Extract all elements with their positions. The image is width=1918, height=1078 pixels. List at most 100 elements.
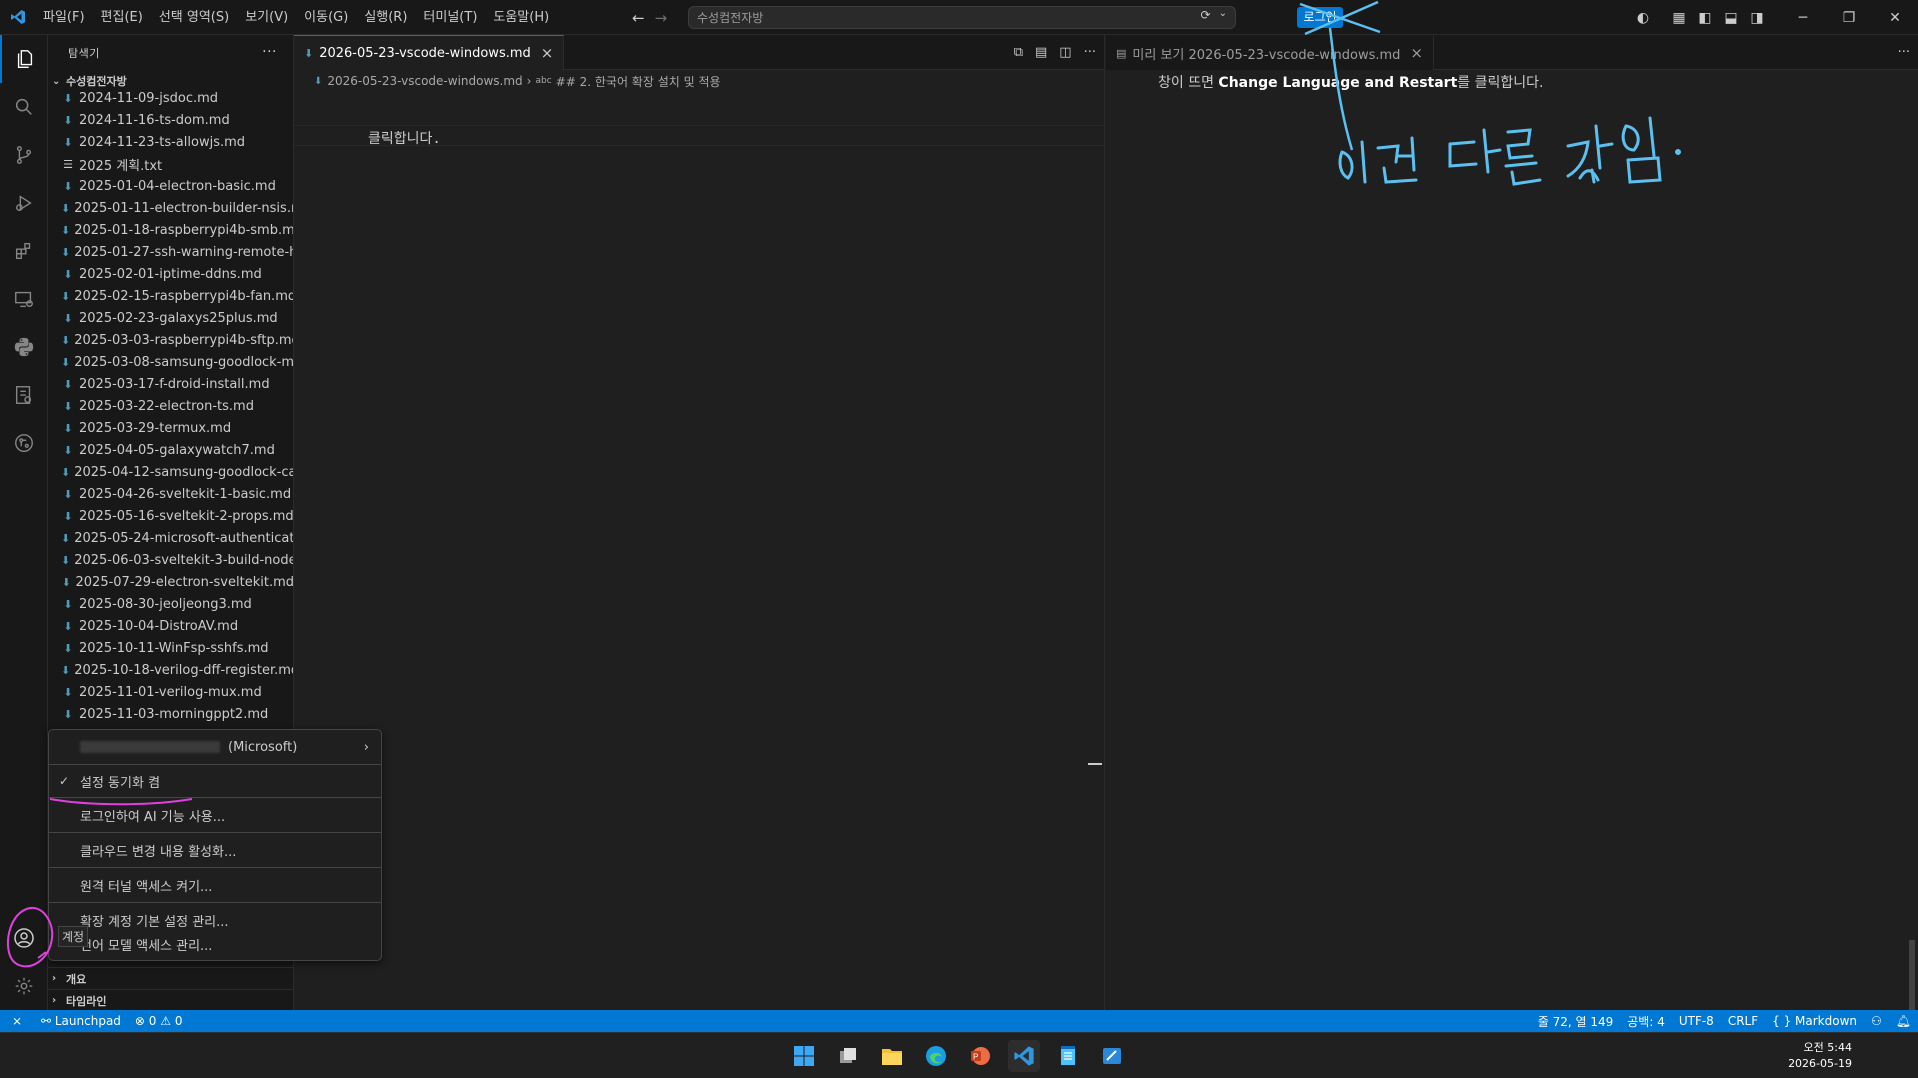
file-item[interactable]: ⬇ 2025-03-17-f-droid-install.md: [48, 373, 293, 395]
accounts-status-icon[interactable]: ◐: [1630, 10, 1656, 26]
breadcrumb-section[interactable]: ## 2. 한국어 확장 설치 및 적용: [556, 73, 721, 90]
breadcrumb-file[interactable]: 2026-05-23-vscode-windows.md: [327, 74, 522, 88]
menu-item-language-model-access[interactable]: 언어 모델 액세스 관리...: [49, 931, 381, 957]
chevron-down-icon[interactable]: ⌄: [1219, 8, 1227, 22]
file-item[interactable]: ☰ 2025 계획.txt: [48, 153, 293, 175]
timeline-section[interactable]: › 타임라인: [48, 989, 293, 1010]
file-item[interactable]: ⬇ 2025-03-03-raspberrypi4b-sftp.md: [48, 329, 293, 351]
language-mode[interactable]: { } Markdown: [1765, 1014, 1864, 1028]
file-item[interactable]: ⬇ 2025-10-11-WinFsp-sshfs.md: [48, 637, 293, 659]
menu-item[interactable]: 보기(V): [237, 0, 296, 35]
back-arrow-icon[interactable]: ←: [632, 9, 645, 27]
remote-indicator-icon[interactable]: ⨯: [0, 1010, 34, 1032]
tab-markdown-file[interactable]: ⬇ 2026-05-23-vscode-windows.md ×: [294, 35, 565, 70]
menu-item-remote-tunnel[interactable]: 원격 터널 액세스 켜기...: [49, 872, 381, 898]
testing-icon[interactable]: [0, 371, 48, 419]
indentation[interactable]: 공백: 4: [1620, 1013, 1672, 1030]
file-item[interactable]: ⬇ 2025-11-01-verilog-mux.md: [48, 681, 293, 703]
minimize-icon[interactable]: ─: [1780, 10, 1826, 26]
file-item[interactable]: ⬇ 2024-11-23-ts-allowjs.md: [48, 131, 293, 153]
account-entry[interactable]: (Microsoft) ›: [49, 734, 381, 760]
menu-item-settings-sync[interactable]: ✓ 설정 동기화 켬: [49, 768, 381, 794]
problems-item[interactable]: ⊗ 0 ⚠ 0: [128, 1014, 190, 1028]
close-window-icon[interactable]: ✕: [1872, 10, 1918, 26]
encoding[interactable]: UTF-8: [1672, 1014, 1721, 1028]
file-explorer-icon[interactable]: [876, 1040, 908, 1072]
file-item[interactable]: ⬇ 2025-01-27-ssh-warning-remote-h...: [48, 241, 293, 263]
menu-item-cloud-changes[interactable]: 클라우드 변경 내용 활성화...: [49, 837, 381, 863]
menu-item[interactable]: 터미널(T): [415, 0, 485, 35]
file-item[interactable]: ⬇ 2025-04-26-sveltekit-1-basic.md: [48, 483, 293, 505]
preview-scrollbar[interactable]: [1906, 70, 1918, 1030]
source-control-icon[interactable]: [0, 131, 48, 179]
code-line[interactable]: 클릭합니다.: [368, 128, 441, 148]
menu-item-ai-signin[interactable]: 로그인하여 AI 기능 사용...: [49, 802, 381, 828]
command-center-search[interactable]: 수성컴전자방 ⟳ ⌄: [688, 6, 1236, 29]
menu-item[interactable]: 이동(G): [296, 0, 356, 35]
search-icon[interactable]: [0, 83, 48, 131]
manage-gear-icon[interactable]: [0, 962, 48, 1010]
launchpad-item[interactable]: ⚯ Launchpad: [34, 1014, 128, 1028]
file-item[interactable]: ⬇ 2025-02-23-galaxys25plus.md: [48, 307, 293, 329]
snipping-tool-icon[interactable]: [1096, 1040, 1128, 1072]
restore-icon[interactable]: ❐: [1826, 10, 1872, 26]
accounts-icon[interactable]: [0, 914, 48, 962]
menu-item[interactable]: 선택 영역(S): [151, 0, 237, 35]
outline-section[interactable]: › 개요: [48, 967, 293, 989]
file-item[interactable]: ⬇ 2025-05-16-sveltekit-2-props.md: [48, 505, 293, 527]
notepad-icon[interactable]: [1052, 1040, 1084, 1072]
menu-item[interactable]: 도움말(H): [485, 0, 557, 35]
file-item[interactable]: ⬇ 2025-03-29-termux.md: [48, 417, 293, 439]
file-item[interactable]: ⬇ 2025-01-18-raspberrypi4b-smb.md: [48, 219, 293, 241]
search-input[interactable]: 수성컴전자방: [697, 9, 763, 26]
file-item[interactable]: ⬇ 2025-01-11-electron-builder-nsis.md: [48, 197, 293, 219]
file-item[interactable]: ⬇ 2025-02-01-iptime-ddns.md: [48, 263, 293, 285]
extensions-icon[interactable]: [0, 227, 48, 275]
powerpoint-icon[interactable]: P: [964, 1040, 996, 1072]
file-item[interactable]: ⬇ 2025-03-08-samsung-goodlock-mu...: [48, 351, 293, 373]
preview-icon[interactable]: ▤: [1035, 45, 1047, 60]
more-actions-icon[interactable]: ···: [1898, 45, 1910, 60]
python-icon[interactable]: [0, 323, 48, 371]
more-actions-icon[interactable]: ···: [262, 44, 277, 60]
file-item[interactable]: ⬇ 2025-04-12-samsung-goodlock-ca...: [48, 461, 293, 483]
split-editor-icon[interactable]: ◫: [1059, 45, 1071, 60]
menu-item[interactable]: 편집(E): [93, 0, 151, 35]
cursor-position[interactable]: 줄 72, 열 149: [1531, 1013, 1621, 1030]
remote-explorer-icon[interactable]: [0, 275, 48, 323]
line-ending[interactable]: CRLF: [1721, 1014, 1765, 1028]
file-item[interactable]: ⬇ 2025-07-29-electron-sveltekit.md: [48, 571, 293, 593]
more-actions-icon[interactable]: ···: [1084, 45, 1096, 60]
toggle-panel-icon[interactable]: ⬓: [1718, 10, 1744, 26]
file-item[interactable]: ⬇ 2025-02-15-raspberrypi4b-fan.md: [48, 285, 293, 307]
file-item[interactable]: ⬇ 2025-11-03-morningppt2.md: [48, 703, 293, 725]
toggle-secondary-sidebar-icon[interactable]: ◨: [1744, 10, 1770, 26]
menu-item-extension-account-prefs[interactable]: 확장 계정 기본 설정 관리...: [49, 907, 381, 933]
file-item[interactable]: ⬇ 2025-08-30-jeoljeong3.md: [48, 593, 293, 615]
file-item[interactable]: ⬇ 2025-06-03-sveltekit-3-build-node....: [48, 549, 293, 571]
system-clock[interactable]: 오전 5:44 2026-05-19: [1788, 1040, 1852, 1072]
github-actions-icon[interactable]: [0, 419, 48, 467]
edge-browser-icon[interactable]: [920, 1040, 952, 1072]
vscode-taskbar-icon[interactable]: [1008, 1040, 1040, 1072]
close-icon[interactable]: ×: [541, 44, 554, 62]
customize-layout-icon[interactable]: ▦: [1666, 10, 1692, 26]
copilot-status-icon[interactable]: ⚇: [1864, 1014, 1889, 1028]
menu-item[interactable]: 파일(F): [35, 0, 93, 35]
file-item[interactable]: ⬇ 2025-10-04-DistroAV.md: [48, 615, 293, 637]
file-item[interactable]: ⬇ 2025-03-22-electron-ts.md: [48, 395, 293, 417]
file-item[interactable]: ⬇ 2025-04-05-galaxywatch7.md: [48, 439, 293, 461]
file-item[interactable]: ⬇ 2024-11-09-jsdoc.md: [48, 87, 293, 109]
tab-preview[interactable]: ▤ 미리 보기 2026-05-23-vscode-windows.md ×: [1106, 35, 1434, 70]
file-item[interactable]: ⬇ 2025-10-18-verilog-dff-register.md: [48, 659, 293, 681]
task-view-icon[interactable]: [832, 1040, 864, 1072]
run-debug-icon[interactable]: [0, 179, 48, 227]
windows-start-icon[interactable]: [788, 1040, 820, 1072]
signin-button[interactable]: 로그인: [1297, 7, 1343, 28]
file-item[interactable]: ⬇ 2024-11-16-ts-dom.md: [48, 109, 293, 131]
toggle-primary-sidebar-icon[interactable]: ◧: [1692, 10, 1718, 26]
close-icon[interactable]: ×: [1410, 44, 1423, 62]
file-item[interactable]: ⬇ 2025-05-24-microsoft-authenticato...: [48, 527, 293, 549]
menu-item[interactable]: 실행(R): [356, 0, 415, 35]
file-item[interactable]: ⬇ 2025-01-04-electron-basic.md: [48, 175, 293, 197]
